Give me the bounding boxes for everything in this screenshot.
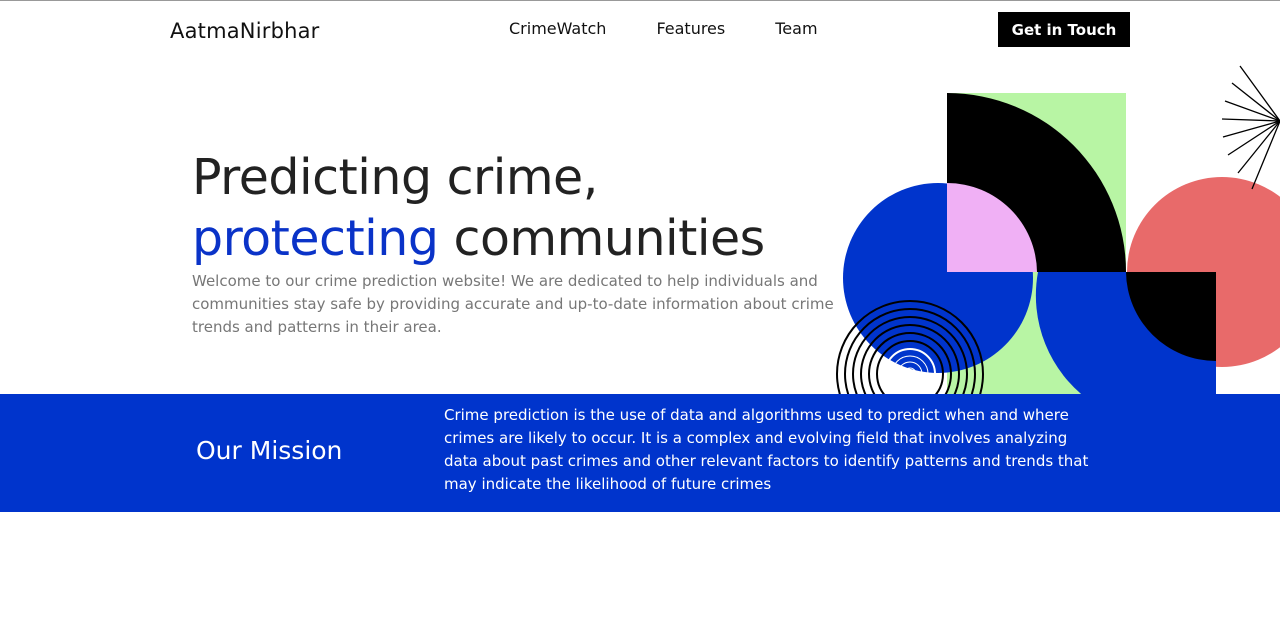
headline-line-1: Predicting crime, [192, 149, 598, 206]
main-nav: CrimeWatch Features Team [509, 19, 818, 38]
nav-item-team[interactable]: Team [775, 19, 817, 38]
hero-illustration [836, 65, 1280, 394]
mission-text: Crime prediction is the use of data and … [444, 406, 1089, 493]
mission-title: Our Mission [196, 436, 343, 465]
headline-accent-word: protecting [192, 210, 439, 267]
get-in-touch-button[interactable]: Get in Touch [998, 12, 1130, 47]
hero-headline: Predicting crime, protecting communities [192, 147, 765, 269]
nav-item-crimewatch[interactable]: CrimeWatch [509, 19, 606, 38]
headline-rest: communities [438, 210, 766, 267]
hero-lead-text: Welcome to our crime prediction website!… [192, 272, 834, 336]
page: AatmaNirbhar CrimeWatch Features Team Ge… [0, 0, 1280, 634]
brand-logo[interactable]: AatmaNirbhar [170, 19, 320, 43]
nav-item-features[interactable]: Features [656, 19, 725, 38]
mission-section: Our Mission Crime prediction is the use … [0, 394, 1280, 512]
sunburst-decoration [1221, 65, 1280, 190]
